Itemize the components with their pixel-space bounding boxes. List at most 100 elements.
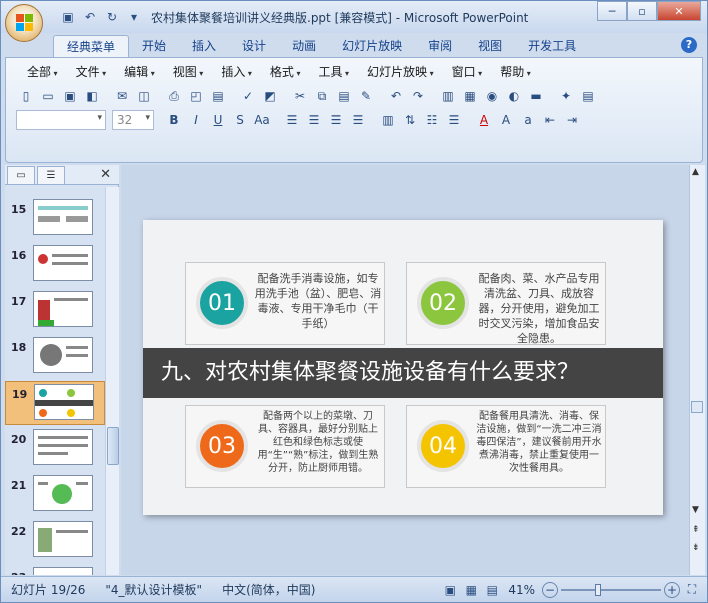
panel-close-icon[interactable]: ✕ [100,167,111,182]
slide-canvas[interactable]: 01 配备洗手消毒设施，如专用洗手池（盆）、肥皂、消毒液、专用干净毛巾（干手纸）… [143,220,663,515]
increase-indent-icon[interactable]: ⇥ [562,110,582,130]
change-case-icon[interactable]: Aa [252,110,272,130]
scroll-up-icon[interactable]: ▲ [692,167,699,177]
slide-sorter-icon[interactable]: ▦ [462,581,480,599]
menu-view[interactable]: 视图 [164,64,213,80]
chart-icon[interactable]: ▥ [438,86,458,106]
undo-icon[interactable]: ↶ [81,8,99,26]
language-indicator[interactable]: 中文(简体，中国) [212,581,325,598]
scroll-thumb[interactable] [691,401,703,413]
close-button[interactable]: ✕ [657,1,701,21]
slide-thumbnail[interactable]: 21 [5,473,105,517]
tab-animations[interactable]: 动画 [279,35,329,57]
menu-file[interactable]: 文件 [67,64,116,80]
thumbnail-scrollbar[interactable] [105,187,119,575]
zoom-level[interactable]: 41% [504,583,539,597]
menu-help[interactable]: 帮助 [491,64,540,80]
bold-icon[interactable]: B [164,110,184,130]
justify-icon[interactable]: ☰ [348,110,368,130]
undo-toolbar-icon[interactable]: ↶ [386,86,406,106]
tab-insert[interactable]: 插入 [179,35,229,57]
minimize-button[interactable]: ─ [597,1,627,21]
new-icon[interactable]: ▯ [16,86,36,106]
font-color-icon[interactable]: A [474,110,494,130]
thesaurus-icon[interactable]: ◩ [260,86,280,106]
print-preview-icon[interactable]: ◰ [186,86,206,106]
menu-slideshow[interactable]: 幻灯片放映 [358,64,443,80]
redo-icon[interactable]: ↻ [103,8,121,26]
maximize-button[interactable]: ▫ [627,1,657,21]
scroll-down-icon[interactable]: ▼ [692,505,699,515]
italic-icon[interactable]: I [186,110,206,130]
shadow-icon[interactable]: S [230,110,250,130]
slideshow-view-icon[interactable]: ▤ [483,581,501,599]
previous-slide-icon[interactable]: ⇞ [692,525,700,535]
spelling-icon[interactable]: ✓ [238,86,258,106]
save-icon[interactable]: ▣ [59,8,77,26]
slide-scrollbar[interactable]: ▲ ▼ ⇞ ⇟ [689,165,705,575]
menu-edit[interactable]: 编辑 [115,64,164,80]
format-painter-icon[interactable]: ✎ [356,86,376,106]
columns-icon[interactable]: ▥ [378,110,398,130]
slide-thumbnail[interactable]: 22 [5,519,105,563]
slide-thumbnail-selected[interactable]: 19 [5,381,105,425]
slide-thumbnail[interactable]: 17 [5,289,105,333]
show-formatting-icon[interactable]: ▬ [526,86,546,106]
open-icon[interactable]: ▭ [38,86,58,106]
outline-tab-icon[interactable]: ☰ [37,165,65,184]
tab-developer[interactable]: 开发工具 [515,35,589,57]
normal-view-icon[interactable]: ▣ [441,581,459,599]
slide-layout-icon[interactable]: ▤ [578,86,598,106]
font-size-combo[interactable]: 32 [112,110,154,130]
font-name-combo[interactable] [16,110,106,130]
zoom-slider[interactable] [561,583,661,596]
help-icon[interactable]: ? [681,37,697,53]
slide-thumbnail[interactable]: 23 [5,565,105,575]
redo-toolbar-icon[interactable]: ↷ [408,86,428,106]
zoom-out-icon[interactable]: − [542,581,558,598]
align-left-icon[interactable]: ☰ [282,110,302,130]
zoom-in-icon[interactable]: + [664,581,680,598]
slide-thumbnail[interactable]: 15 [5,197,105,241]
bullets-icon[interactable]: ☰ [444,110,464,130]
underline-icon[interactable]: U [208,110,228,130]
align-center-icon[interactable]: ☰ [304,110,324,130]
next-slide-icon[interactable]: ⇟ [692,543,700,553]
menu-format[interactable]: 格式 [261,64,310,80]
shrink-font-icon[interactable]: a [518,110,538,130]
print-icon[interactable]: ⎙ [164,86,184,106]
new-slide-icon[interactable]: ✦ [556,86,576,106]
tab-slideshow[interactable]: 幻灯片放映 [329,35,415,57]
permission-icon[interactable]: ◧ [82,86,102,106]
cut-icon[interactable]: ✂ [290,86,310,106]
save-file-icon[interactable]: ▣ [60,86,80,106]
table-icon[interactable]: ▦ [460,86,480,106]
paste-icon[interactable]: ▤ [334,86,354,106]
menu-window[interactable]: 窗口 [443,64,492,80]
research-icon[interactable]: ▤ [208,86,228,106]
color-grayscale-icon[interactable]: ◐ [504,86,524,106]
tab-review[interactable]: 审阅 [415,35,465,57]
slide-thumbnail[interactable]: 16 [5,243,105,287]
menu-all[interactable]: 全部 [18,64,67,80]
tab-design[interactable]: 设计 [229,35,279,57]
menu-insert[interactable]: 插入 [212,64,261,80]
design-template[interactable]: "4_默认设计模板" [95,581,212,598]
hyperlink-icon[interactable]: ◉ [482,86,502,106]
zoom-slider-knob[interactable] [595,583,601,596]
tab-view[interactable]: 视图 [465,35,515,57]
numbering-icon[interactable]: ☷ [422,110,442,130]
decrease-indent-icon[interactable]: ⇤ [540,110,560,130]
publish-icon[interactable]: ◫ [134,86,154,106]
office-button[interactable] [5,4,43,42]
scroll-thumb[interactable] [107,427,119,465]
fit-to-window-icon[interactable]: ⛶ [683,581,701,599]
slide-thumbnail[interactable]: 20 [5,427,105,471]
grow-font-icon[interactable]: A [496,110,516,130]
align-right-icon[interactable]: ☰ [326,110,346,130]
slide-thumbnail[interactable]: 18 [5,335,105,379]
tab-classic-menu[interactable]: 经典菜单 [53,35,130,57]
qat-dropdown-icon[interactable]: ▾ [125,8,143,26]
email-icon[interactable]: ✉ [112,86,132,106]
slides-tab-icon[interactable]: ▭ [7,165,35,184]
